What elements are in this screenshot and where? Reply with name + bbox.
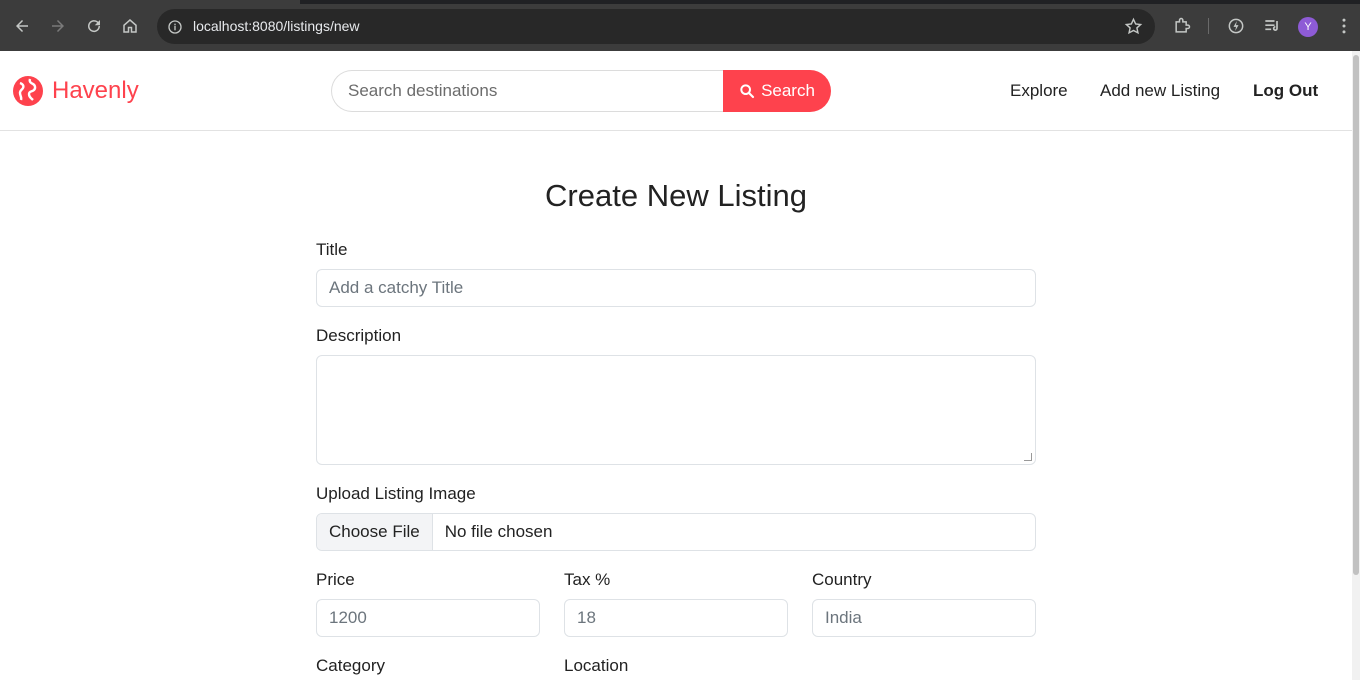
- app-navbar: Havenly Search Explore Add new Listing L…: [0, 51, 1352, 131]
- resize-grip-icon[interactable]: [1024, 453, 1032, 461]
- image-file-input[interactable]: Choose File No file chosen: [316, 513, 1036, 551]
- globe-icon: [13, 76, 43, 106]
- home-icon: [123, 19, 137, 33]
- description-textarea[interactable]: [316, 355, 1036, 465]
- price-value: 1200: [329, 608, 367, 627]
- browser-menu-icon[interactable]: [1334, 16, 1354, 36]
- search-button[interactable]: Search: [723, 70, 831, 112]
- title-input[interactable]: Add a catchy Title: [316, 269, 1036, 307]
- nav-link-explore[interactable]: Explore: [1010, 81, 1068, 101]
- bookmark-star-icon[interactable]: [1124, 17, 1143, 36]
- brand-name: Havenly: [52, 77, 139, 104]
- address-bar[interactable]: localhost:8080/listings/new: [157, 9, 1155, 44]
- nav-link-add-listing[interactable]: Add new Listing: [1100, 81, 1220, 101]
- file-status: No file chosen: [444, 522, 553, 541]
- tax-input[interactable]: 18: [564, 599, 788, 637]
- search-input[interactable]: [331, 70, 729, 112]
- page-scrollbar-thumb[interactable]: [1353, 55, 1359, 575]
- price-label: Price: [316, 570, 355, 589]
- toolbar-divider: [1208, 18, 1209, 34]
- extensions-icon[interactable]: [1172, 16, 1192, 36]
- brand-link[interactable]: Havenly: [12, 75, 139, 107]
- url-text[interactable]: localhost:8080/listings/new: [193, 18, 360, 34]
- active-tab-edge: [0, 0, 300, 4]
- choose-file-button[interactable]: Choose File: [317, 514, 433, 550]
- title-placeholder: Add a catchy Title: [329, 278, 464, 297]
- forward-button[interactable]: [45, 13, 71, 39]
- price-input[interactable]: 1200: [316, 599, 540, 637]
- performance-icon[interactable]: [1226, 16, 1246, 36]
- browser-toolbar: localhost:8080/listings/new Y: [0, 0, 1360, 51]
- search-form: Search: [331, 70, 831, 112]
- profile-avatar[interactable]: Y: [1298, 17, 1318, 37]
- country-value: India: [825, 608, 862, 627]
- reload-button[interactable]: [81, 13, 107, 39]
- site-info-icon[interactable]: [165, 17, 184, 36]
- description-label: Description: [316, 326, 402, 345]
- back-button[interactable]: [9, 13, 35, 39]
- home-button[interactable]: [117, 13, 143, 39]
- reload-icon: [88, 20, 101, 33]
- country-input[interactable]: India: [812, 599, 1036, 637]
- country-label: Country: [812, 570, 872, 589]
- search-button-label: Search: [761, 81, 815, 100]
- arrow-left-icon: [16, 20, 28, 32]
- arrow-right-icon: [52, 20, 64, 32]
- page-title: Create New Listing: [545, 178, 807, 213]
- tax-label: Tax %: [564, 570, 611, 589]
- search-icon: [740, 84, 755, 99]
- tax-value: 18: [577, 608, 596, 627]
- title-label: Title: [316, 240, 348, 259]
- nav-link-logout[interactable]: Log Out: [1253, 81, 1318, 101]
- media-controls-icon[interactable]: [1262, 16, 1282, 36]
- image-upload-label: Upload Listing Image: [316, 484, 476, 503]
- category-label: Category: [316, 656, 385, 675]
- location-label: Location: [564, 656, 629, 675]
